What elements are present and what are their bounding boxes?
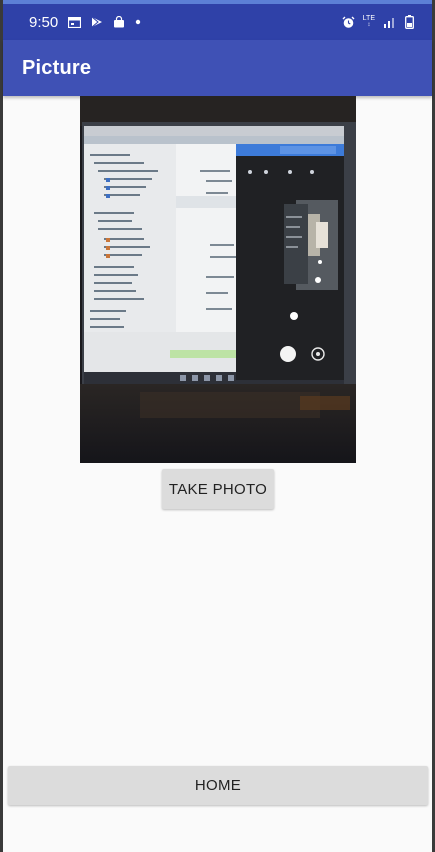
home-button[interactable]: HOME xyxy=(8,766,428,805)
app-title: Picture xyxy=(22,56,92,79)
status-bar: 9:50 LTE ↕ xyxy=(3,4,432,40)
alarm-icon xyxy=(342,16,355,29)
window-frame-left xyxy=(0,0,3,852)
status-time: 9:50 xyxy=(29,13,59,31)
play-store-icon xyxy=(91,16,103,28)
dot-icon xyxy=(135,19,141,25)
photo-image xyxy=(80,96,356,463)
battery-icon xyxy=(405,15,414,29)
bag-icon xyxy=(113,16,125,28)
lte-icon: LTE ↕ xyxy=(362,15,375,28)
calendar-icon xyxy=(68,16,82,28)
signal-icon xyxy=(383,16,397,28)
captured-photo xyxy=(80,96,356,463)
take-photo-button[interactable]: TAKE PHOTO xyxy=(162,469,274,509)
app-bar: Picture xyxy=(3,40,432,96)
